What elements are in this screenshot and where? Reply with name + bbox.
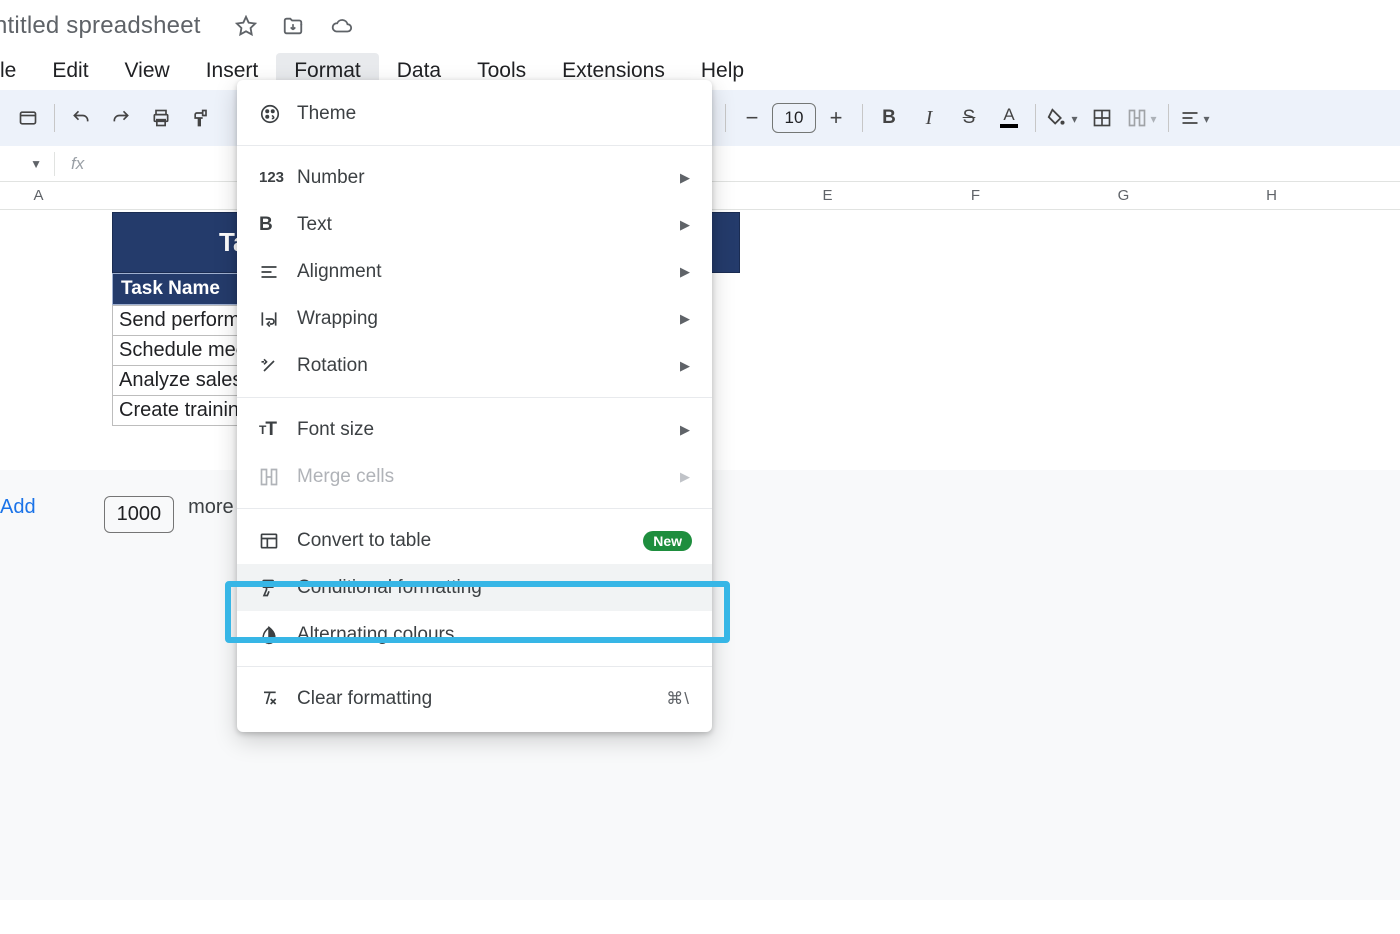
new-badge: New [643,531,692,551]
fill-color-icon[interactable] [1042,98,1082,138]
menu-separator [237,145,712,146]
menu-item-label: Font size [297,419,374,441]
horizontal-align-icon[interactable] [1175,98,1215,138]
menu-item-label: Wrapping [297,308,378,330]
font-size-icon: TT [259,419,297,441]
submenu-arrow-icon: ▶ [680,264,690,280]
menu-item-font-size[interactable]: TT Font size ▶ [237,406,712,453]
menu-item-label: Number [297,167,365,189]
menu-item-alignment[interactable]: Alignment ▶ [237,248,712,295]
strikethrough-icon[interactable]: S [949,98,989,138]
alignment-icon [259,262,297,282]
paint-format-icon[interactable] [181,98,221,138]
menu-item-label: Alternating colours [297,624,454,646]
redo-icon[interactable] [101,98,141,138]
menu-separator [237,508,712,509]
clear-formatting-icon [259,689,297,709]
search-menus-icon[interactable] [8,98,48,138]
menu-item-number[interactable]: 123 Number ▶ [237,154,712,201]
column-header-f[interactable]: F [902,182,1050,209]
column-header-e[interactable]: E [754,182,902,209]
toolbar-separator [862,104,863,132]
column-header-g[interactable]: G [1050,182,1198,209]
toolbar-separator [1035,104,1036,132]
fx-icon: fx [71,154,84,174]
table-icon [259,531,297,551]
table-cell[interactable]: Analyze sales [112,366,238,396]
menu-item-alternating-colours[interactable]: Alternating colours [237,611,712,658]
merge-cells-icon[interactable] [1122,98,1162,138]
separator [54,152,55,176]
toolbar-separator [54,104,55,132]
toolbar-separator [725,104,726,132]
menu-item-clear-formatting[interactable]: Clear formatting ⌘\ [237,675,712,722]
toolbar-separator [1168,104,1169,132]
menu-item-label: Alignment [297,261,382,283]
title-bar: ntitled spreadsheet [0,0,1400,46]
star-icon[interactable] [235,15,257,37]
menu-item-wrapping[interactable]: Wrapping ▶ [237,295,712,342]
wrapping-icon [259,309,297,329]
theme-icon [259,103,297,125]
table-cell[interactable]: Send performa [112,305,238,336]
menu-item-text[interactable]: B Text ▶ [237,201,712,248]
merge-cells-icon [259,467,297,487]
text-color-icon[interactable]: A [989,98,1029,138]
menu-view[interactable]: View [107,53,188,89]
menu-item-conditional-formatting[interactable]: Conditional formatting [237,564,712,611]
print-icon[interactable] [141,98,181,138]
menu-item-label: Clear formatting [297,688,432,710]
bold-icon[interactable]: B [869,98,909,138]
menu-separator [237,397,712,398]
table-header-cell[interactable]: Task Name [112,273,239,305]
add-rows-count-input[interactable]: 1000 [104,496,175,533]
title-icon-group [235,15,355,37]
add-rows-button[interactable]: Add [0,496,36,519]
menu-item-label: Convert to table [297,530,431,552]
number-icon: 123 [259,169,297,186]
move-folder-icon[interactable] [281,15,305,37]
submenu-arrow-icon: ▶ [680,358,690,374]
undo-icon[interactable] [61,98,101,138]
rotation-icon [259,356,297,376]
keyboard-shortcut: ⌘\ [666,689,690,709]
table-cell[interactable]: Schedule mee [112,336,238,366]
cloud-status-icon[interactable] [329,15,355,37]
font-size-input[interactable]: 10 [772,103,816,133]
menu-item-label: Merge cells [297,466,394,488]
submenu-arrow-icon: ▶ [680,170,690,186]
menu-item-label: Conditional formatting [297,577,482,599]
menu-item-rotation[interactable]: Rotation ▶ [237,342,712,389]
format-menu-dropdown: Theme 123 Number ▶ B Text ▶ Alignment ▶ … [237,80,712,732]
column-header-a[interactable]: A [0,182,78,209]
conditional-formatting-icon [259,578,297,598]
menu-file[interactable]: le [0,53,34,89]
font-size-increase-icon[interactable]: + [816,98,856,138]
document-title[interactable]: ntitled spreadsheet [0,12,201,40]
menu-item-label: Rotation [297,355,368,377]
menu-separator [237,666,712,667]
submenu-arrow-icon: ▶ [680,217,690,233]
column-header-h[interactable]: H [1198,182,1346,209]
submenu-arrow-icon: ▶ [680,311,690,327]
menu-edit[interactable]: Edit [34,53,106,89]
borders-icon[interactable] [1082,98,1122,138]
menu-item-convert-to-table[interactable]: Convert to table New [237,517,712,564]
menu-item-label: Text [297,214,332,236]
name-box-dropdown[interactable]: ▼ [0,157,52,171]
italic-icon[interactable]: I [909,98,949,138]
menu-item-merge-cells: Merge cells ▶ [237,453,712,500]
menu-item-label: Theme [297,103,356,125]
alternating-colours-icon [259,625,297,645]
font-size-decrease-icon[interactable]: − [732,98,772,138]
submenu-arrow-icon: ▶ [680,422,690,438]
bold-icon: B [259,214,297,236]
menu-item-theme[interactable]: Theme [237,90,712,137]
table-cell[interactable]: Create training [112,396,238,426]
submenu-arrow-icon: ▶ [680,469,690,485]
